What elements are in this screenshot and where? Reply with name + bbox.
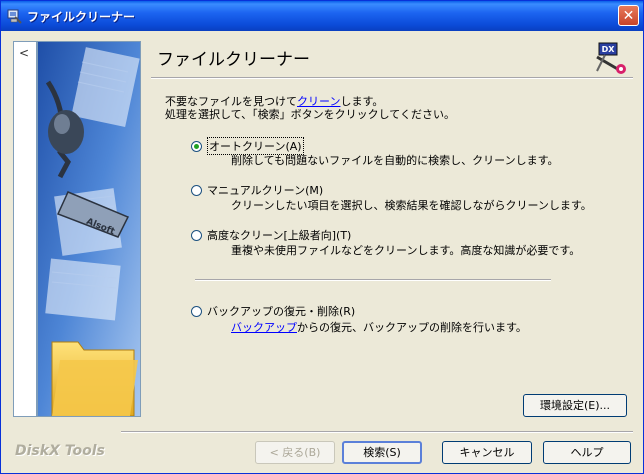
options-separator: [195, 279, 551, 281]
radio-auto-clean[interactable]: [191, 141, 202, 152]
back-button[interactable]: < 戻る(B): [255, 441, 335, 464]
app-icon: [7, 9, 22, 24]
title-bar[interactable]: ファイルクリーナー ✕: [1, 1, 643, 31]
diskx-logo-icon: DX: [596, 42, 626, 74]
radio-advanced-clean[interactable]: [191, 230, 202, 241]
radio-backup-restore[interactable]: [191, 306, 202, 317]
option-description: バックアップからの復元、バックアップの削除を行います。: [231, 319, 527, 335]
option-label: バックアップの復元・削除(R): [207, 305, 356, 318]
option-description: 削除しても問題ないファイルを自動的に検索し、クリーンします。: [231, 154, 559, 167]
option-description: 重複や未使用ファイルなどをクリーンします。高度な知識が必要です。: [231, 244, 581, 257]
left-strip[interactable]: <: [13, 41, 37, 417]
option-manual-clean[interactable]: マニュアルクリーン(M): [191, 182, 323, 198]
collapse-arrow-icon[interactable]: <: [19, 46, 29, 60]
radio-manual-clean[interactable]: [191, 185, 202, 196]
backup-link[interactable]: バックアップ: [231, 321, 297, 334]
dialog-window: ファイルクリーナー ✕ < Alsoft ファイルクリーナー DX 不要なファイ…: [0, 0, 644, 474]
clean-link[interactable]: クリーン: [297, 95, 340, 108]
window-title: ファイルクリーナー: [27, 10, 136, 24]
brand-label: DiskX Tools: [15, 443, 105, 459]
option-backup-restore[interactable]: バックアップの復元・削除(R): [191, 303, 355, 319]
settings-button[interactable]: 環境設定(E)...: [523, 394, 627, 417]
page-title: ファイルクリーナー: [157, 50, 310, 70]
option-description-text: からの復元、バックアップの削除を行います。: [297, 321, 527, 334]
wizard-banner-image: Alsoft: [37, 41, 141, 417]
search-button[interactable]: 検索(S): [342, 441, 422, 464]
option-label: マニュアルクリーン(M): [207, 184, 324, 197]
intro-line-2: 処理を選択して、「検索」ボタンをクリックしてください。: [165, 108, 455, 121]
option-label: 高度なクリーン[上級者向](T): [207, 229, 352, 242]
option-advanced-clean[interactable]: 高度なクリーン[上級者向](T): [191, 227, 351, 243]
header-divider: [151, 77, 633, 79]
close-button[interactable]: ✕: [618, 5, 639, 26]
intro-text-part: 不要なファイルを見つけて: [165, 95, 297, 108]
intro-text-part: します。: [340, 95, 384, 108]
cancel-button[interactable]: キャンセル: [442, 441, 532, 464]
help-button[interactable]: ヘルプ: [543, 441, 631, 464]
footer-divider: [121, 431, 633, 433]
logo-text: DX: [602, 45, 616, 54]
close-icon: ✕: [622, 8, 635, 24]
intro-text: 不要なファイルを見つけてクリーンします。 処理を選択して、「検索」ボタンをクリッ…: [165, 95, 455, 121]
option-description: クリーンしたい項目を選択し、検索結果を確認しながらクリーンします。: [231, 199, 592, 212]
